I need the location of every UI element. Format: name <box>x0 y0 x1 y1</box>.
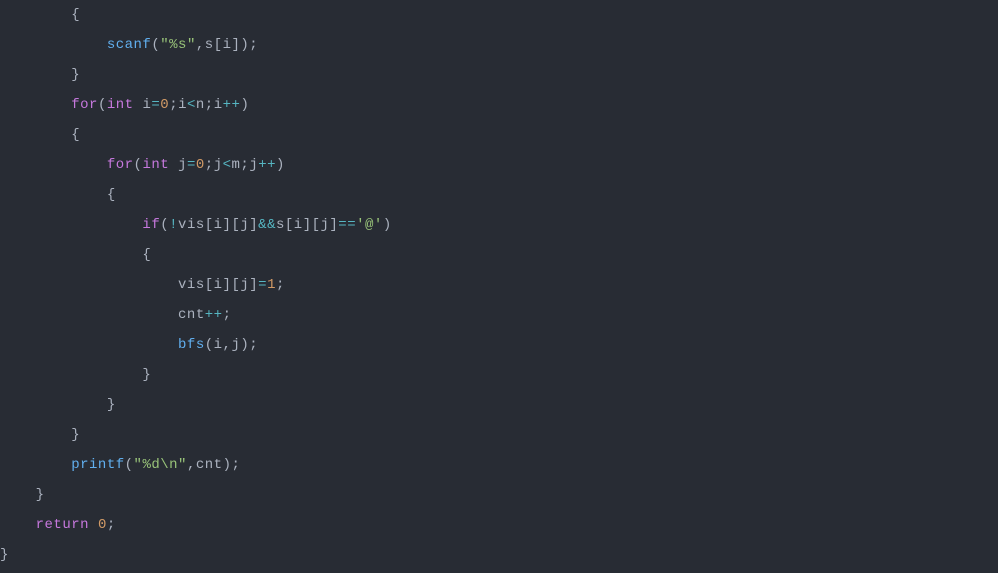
code-line[interactable]: } <box>0 420 998 450</box>
token-variable: m;j <box>232 157 259 173</box>
indent <box>0 517 36 533</box>
token-number: 0 <box>160 97 169 113</box>
token-variable <box>89 517 98 533</box>
indent <box>0 247 142 263</box>
code-line[interactable]: } <box>0 390 998 420</box>
token-number: 0 <box>196 157 205 173</box>
token-punctuation: ,s[i]); <box>196 37 258 53</box>
token-brace: } <box>36 487 45 503</box>
token-operator: == <box>338 217 356 233</box>
token-variable: cnt <box>178 307 205 323</box>
token-operator: = <box>187 157 196 173</box>
code-line[interactable]: cnt++; <box>0 300 998 330</box>
token-paren: ) <box>240 97 249 113</box>
token-punctuation: (i,j); <box>205 337 258 353</box>
token-variable: vis[i][j] <box>178 217 258 233</box>
token-brace: { <box>142 247 151 263</box>
token-punctuation: ; <box>276 277 285 293</box>
indent <box>0 67 71 83</box>
token-variable: s[i][j] <box>276 217 338 233</box>
token-punctuation: ; <box>107 517 116 533</box>
indent <box>0 37 107 53</box>
token-type: int <box>142 157 169 173</box>
code-line[interactable]: { <box>0 120 998 150</box>
token-variable: n;i <box>196 97 223 113</box>
code-line[interactable]: vis[i][j]=1; <box>0 270 998 300</box>
token-paren: ) <box>276 157 285 173</box>
indent <box>0 397 107 413</box>
token-variable: vis[i][j] <box>178 277 258 293</box>
indent <box>0 487 36 503</box>
token-number: 0 <box>98 517 107 533</box>
token-keyword: return <box>36 517 89 533</box>
token-brace: { <box>107 187 116 203</box>
indent <box>0 97 71 113</box>
indent <box>0 157 107 173</box>
token-string: "%d\n" <box>134 457 187 473</box>
token-operator: < <box>223 157 232 173</box>
token-brace: } <box>107 397 116 413</box>
token-operator: = <box>151 97 160 113</box>
token-variable: i <box>134 97 152 113</box>
code-line[interactable]: scanf("%s",s[i]); <box>0 30 998 60</box>
code-line[interactable]: } <box>0 480 998 510</box>
indent <box>0 217 142 233</box>
code-line[interactable]: bfs(i,j); <box>0 330 998 360</box>
token-paren: ( <box>151 37 160 53</box>
token-operator: && <box>258 217 276 233</box>
code-line[interactable]: } <box>0 360 998 390</box>
indent <box>0 457 71 473</box>
token-brace: } <box>71 427 80 443</box>
token-paren: ( <box>125 457 134 473</box>
code-line[interactable]: } <box>0 540 998 570</box>
token-punctuation: ; <box>223 307 232 323</box>
code-line[interactable]: { <box>0 0 998 30</box>
token-operator: ++ <box>258 157 276 173</box>
token-keyword: for <box>107 157 134 173</box>
token-brace: { <box>71 7 80 23</box>
code-line[interactable]: for(int j=0;j<m;j++) <box>0 150 998 180</box>
token-operator: = <box>258 277 267 293</box>
code-editor[interactable]: { scanf("%s",s[i]); } for(int i=0;i<n;i+… <box>0 0 998 570</box>
token-paren: ( <box>160 217 169 233</box>
token-string: "%s" <box>160 37 196 53</box>
indent <box>0 307 178 323</box>
token-type: int <box>107 97 134 113</box>
code-line[interactable]: { <box>0 240 998 270</box>
token-keyword: for <box>71 97 98 113</box>
indent <box>0 427 71 443</box>
token-function: printf <box>71 457 124 473</box>
indent <box>0 7 71 23</box>
token-paren: ) <box>383 217 392 233</box>
token-variable: ;i <box>169 97 187 113</box>
indent <box>0 127 71 143</box>
indent <box>0 337 178 353</box>
code-line[interactable]: } <box>0 60 998 90</box>
token-brace: } <box>0 547 9 563</box>
token-brace: } <box>142 367 151 383</box>
token-brace: { <box>71 127 80 143</box>
token-string: '@' <box>356 217 383 233</box>
indent <box>0 277 178 293</box>
token-variable: j <box>169 157 187 173</box>
code-line[interactable]: printf("%d\n",cnt); <box>0 450 998 480</box>
token-variable: ;j <box>205 157 223 173</box>
token-keyword: if <box>142 217 160 233</box>
token-punctuation: ,cnt); <box>187 457 240 473</box>
indent <box>0 187 107 203</box>
token-function: bfs <box>178 337 205 353</box>
token-operator: ++ <box>205 307 223 323</box>
code-line[interactable]: if(!vis[i][j]&&s[i][j]=='@') <box>0 210 998 240</box>
indent <box>0 367 142 383</box>
token-paren: ( <box>98 97 107 113</box>
code-line[interactable]: { <box>0 180 998 210</box>
code-line[interactable]: for(int i=0;i<n;i++) <box>0 90 998 120</box>
token-operator: < <box>187 97 196 113</box>
token-operator: ! <box>169 217 178 233</box>
token-operator: ++ <box>223 97 241 113</box>
token-number: 1 <box>267 277 276 293</box>
token-brace: } <box>71 67 80 83</box>
code-line[interactable]: return 0; <box>0 510 998 540</box>
token-function: scanf <box>107 37 152 53</box>
